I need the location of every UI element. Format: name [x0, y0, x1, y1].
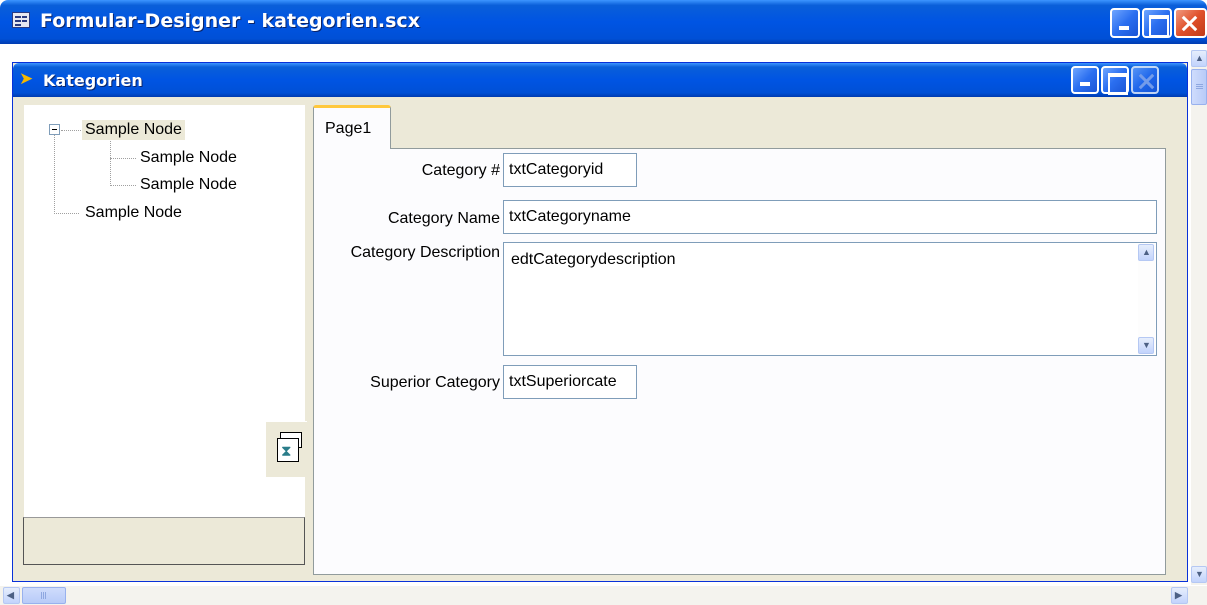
fox-icon: ➤ [19, 69, 34, 88]
page-content: Category # txtCategoryid Category Name t… [313, 148, 1166, 575]
tree-node[interactable]: Sample Node [82, 203, 185, 223]
scroll-right-button[interactable]: ▶ [1171, 587, 1188, 604]
scroll-left-button[interactable]: ◀ [3, 587, 20, 604]
category-name-label: Category Name [387, 210, 500, 227]
title-bar[interactable]: Formular-Designer - kategorien.scx [0, 0, 1207, 44]
tree-node[interactable]: Sample Node [137, 175, 240, 195]
tree-footer-panel [23, 517, 305, 565]
scroll-down-button[interactable]: ▼ [1191, 566, 1207, 583]
category-id-label: Category # [421, 162, 500, 179]
superior-category-field[interactable]: txtSuperiorcate [503, 365, 637, 399]
chevron-down-icon: ▼ [1195, 569, 1204, 579]
minimize-button[interactable] [1110, 8, 1140, 38]
tree-connector [110, 185, 136, 186]
vertical-scroll-thumb[interactable] [1191, 69, 1207, 105]
chevron-up-icon: ▲ [1142, 247, 1151, 257]
horizontal-scroll-thumb[interactable] [22, 587, 66, 604]
category-name-field[interactable]: txtCategoryname [503, 200, 1157, 234]
tree-connector [110, 158, 136, 159]
resize-grip[interactable] [1191, 586, 1207, 605]
form-maximize-button[interactable] [1101, 66, 1129, 95]
tree-connector [54, 130, 55, 214]
maximize-button[interactable] [1142, 8, 1172, 38]
tree-node[interactable]: Sample Node [137, 148, 240, 168]
chevron-right-icon: ▶ [1175, 590, 1182, 600]
tree-node[interactable]: Sample Node [82, 120, 185, 140]
page-frame: Page1 Category # txtCategoryid Category … [313, 105, 1166, 575]
window-title: Formular-Designer - kategorien.scx [40, 10, 420, 32]
form-body: Sample Node Sample Node Sample Node Samp… [13, 97, 1187, 581]
form-title: Kategorien [43, 71, 143, 90]
tab-label: Page1 [325, 120, 372, 137]
category-description-editbox[interactable]: edtCategorydescription ▲ ▼ [503, 242, 1157, 356]
editbox-scroll-down-button[interactable]: ▼ [1138, 337, 1154, 354]
tree-view[interactable]: Sample Node Sample Node Sample Node Samp… [24, 105, 305, 517]
form-window: ➤ Kategorien Sample Node Sample Node Sam… [12, 62, 1188, 582]
form-designer-icon[interactable] [12, 12, 30, 28]
chevron-up-icon: ▲ [1195, 53, 1204, 63]
scroll-up-button[interactable]: ▲ [1191, 50, 1207, 67]
editbox-scroll-up-button[interactable]: ▲ [1138, 244, 1154, 261]
hourglass-icon: ⧗ [281, 443, 292, 460]
form-title-bar[interactable]: ➤ Kategorien [13, 63, 1187, 97]
tree-connector [54, 213, 79, 214]
chevron-down-icon: ▼ [1142, 340, 1151, 350]
hourglass-windows-icon[interactable]: ⧗ [265, 421, 307, 477]
tab-page1[interactable]: Page1 [313, 105, 391, 149]
editbox-scrollbar[interactable]: ▲ ▼ [1138, 244, 1155, 354]
category-description-value: edtCategorydescription [511, 251, 676, 268]
form-close-button [1131, 66, 1159, 94]
category-description-label: Category Description [350, 244, 500, 261]
vertical-scrollbar[interactable]: ▲ ▼ [1191, 50, 1207, 585]
horizontal-scrollbar[interactable]: ◀ ▶ [0, 586, 1191, 605]
category-id-field[interactable]: txtCategoryid [503, 153, 637, 187]
close-button[interactable] [1174, 8, 1207, 38]
collapse-icon[interactable] [49, 124, 60, 135]
superior-category-label: Superior Category [370, 374, 500, 391]
form-minimize-button[interactable] [1071, 66, 1099, 94]
chevron-left-icon: ◀ [7, 590, 14, 600]
form-designer-window: Formular-Designer - kategorien.scx ▲ ▼ ◀… [0, 0, 1207, 605]
